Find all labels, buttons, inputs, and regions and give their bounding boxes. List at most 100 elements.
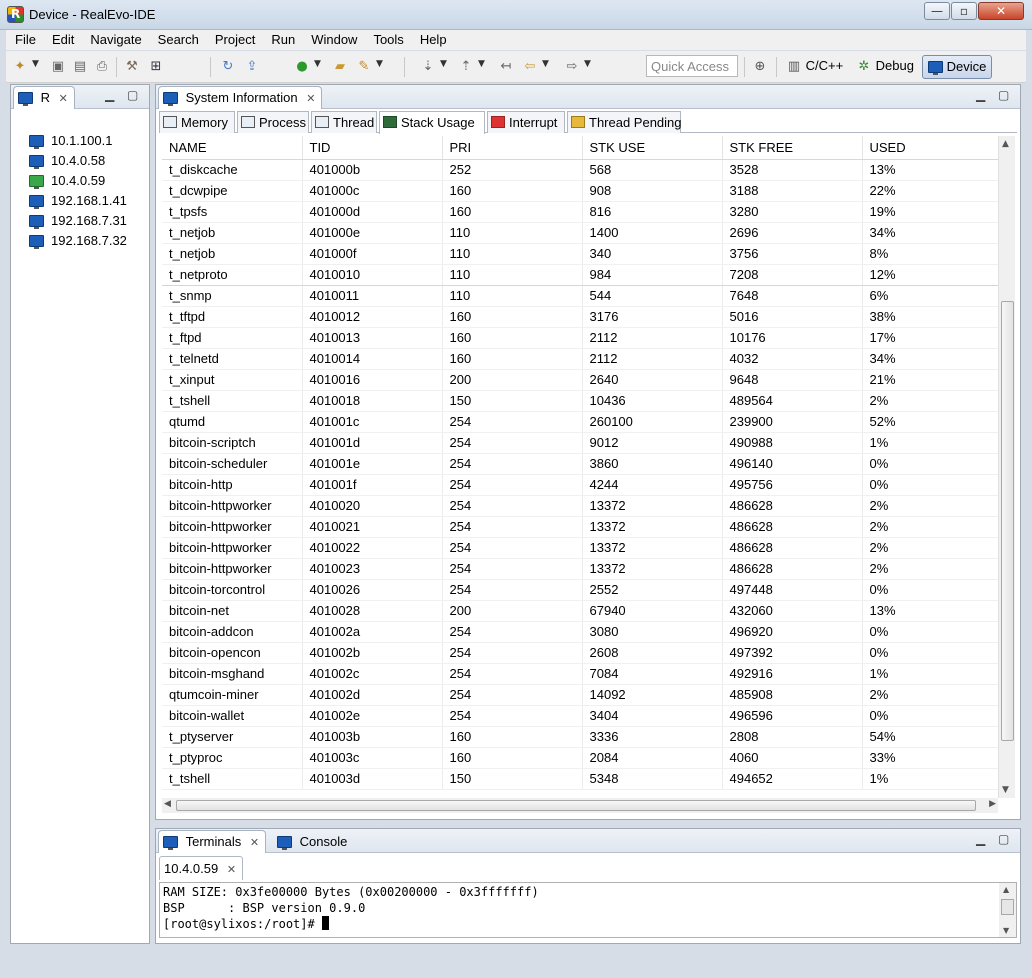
table-row[interactable]: bitcoin-torcontrol 4010026 254 2552 497448 0% [162, 579, 999, 601]
table-row[interactable]: bitcoin-http 401001f 254 4244 495756 0% [162, 474, 999, 496]
perspective-device[interactable]: Device [922, 55, 993, 79]
scroll-right-icon[interactable]: ▶ [989, 799, 996, 809]
table-horizontal-scrollbar[interactable]: ◀ ▶ [162, 798, 998, 813]
table-row[interactable]: t_tftpd 4010012 160 3176 5016 38% [162, 306, 999, 328]
terminal-session-tab[interactable]: 10.4.0.59 ✕ [159, 856, 244, 880]
table-row[interactable]: bitcoin-msghand 401002c 254 7084 492916 1% [162, 663, 999, 685]
perspective-debug[interactable]: ✲ Debug [852, 55, 919, 79]
table-row[interactable]: bitcoin-opencon 401002b 254 2608 497392 0% [162, 642, 999, 664]
menu-tools[interactable]: Tools [364, 30, 410, 47]
scrollbar-thumb[interactable] [1001, 899, 1014, 915]
save-all-icon[interactable]: ▤ [72, 59, 88, 75]
device-item[interactable]: 192.168.7.32 [29, 233, 127, 253]
run-dropdown-icon[interactable]: ▼ [314, 59, 321, 69]
forward-dropdown-icon[interactable]: ▼ [584, 59, 591, 69]
subtab-process[interactable]: Process [237, 111, 309, 133]
new-wizard-icon[interactable]: ✦ [12, 59, 28, 75]
table-row[interactable]: bitcoin-scheduler 401001e 254 3860 496140 0% [162, 453, 999, 475]
maximize-view-icon[interactable]: ▢ [127, 88, 138, 102]
terminal-output[interactable]: RAM SIZE: 0x3fe00000 Bytes (0x00200000 -… [159, 882, 1017, 938]
prev-annotation-icon[interactable]: ⇡ [458, 59, 474, 75]
device-view-tab[interactable]: R ✕ [13, 86, 75, 109]
scroll-down-icon[interactable]: ▼ [1002, 785, 1009, 795]
binary-icon[interactable]: ⊞ [148, 59, 164, 75]
menu-project[interactable]: Project [206, 30, 262, 47]
last-edit-icon[interactable]: ↤ [498, 59, 514, 75]
table-row[interactable]: bitcoin-net 4010028 200 67940 432060 13% [162, 600, 999, 622]
table-row[interactable]: bitcoin-wallet 401002e 254 3404 496596 0% [162, 705, 999, 727]
maximize-button[interactable]: ▫ [951, 2, 977, 20]
column-header-pri[interactable]: PRI [442, 136, 583, 160]
upload-icon[interactable]: ⇪ [244, 59, 260, 75]
menu-navigate[interactable]: Navigate [81, 30, 148, 47]
save-icon[interactable]: ▣ [50, 59, 66, 75]
table-row[interactable]: t_diskcache 401000b 252 568 3528 13% [162, 159, 999, 181]
prev-annotation-dropdown-icon[interactable]: ▼ [478, 59, 485, 69]
next-annotation-icon[interactable]: ⇣ [420, 59, 436, 75]
table-vertical-scrollbar[interactable]: ▲ ▼ [998, 136, 1015, 798]
open-folder-icon[interactable]: ▰ [332, 59, 348, 75]
table-row[interactable]: t_netjob 401000e 110 1400 2696 34% [162, 222, 999, 244]
print-icon[interactable]: ⎙ [94, 59, 110, 75]
scroll-down-icon[interactable]: ▼ [1003, 926, 1009, 935]
minimize-view-icon[interactable]: ▁ [976, 832, 985, 846]
quick-access-input[interactable]: Quick Access [646, 55, 738, 77]
close-button[interactable]: ✕ [978, 2, 1024, 20]
table-row[interactable]: qtumcoin-miner 401002d 254 14092 485908 2% [162, 684, 999, 706]
table-row[interactable]: bitcoin-scriptch 401001d 254 9012 490988 1% [162, 432, 999, 454]
close-icon[interactable]: ✕ [59, 92, 68, 105]
subtab-interrupt[interactable]: Interrupt [487, 111, 565, 133]
table-row[interactable]: t_tshell 401003d 150 5348 494652 1% [162, 768, 999, 790]
table-row[interactable]: t_ptyproc 401003c 160 2084 4060 33% [162, 747, 999, 769]
scroll-up-icon[interactable]: ▲ [1003, 885, 1009, 894]
tools-dropdown-icon[interactable]: ▼ [376, 59, 383, 69]
table-row[interactable]: bitcoin-addcon 401002a 254 3080 496920 0% [162, 621, 999, 643]
scroll-left-icon[interactable]: ◀ [164, 799, 171, 809]
table-row[interactable]: t_ftpd 4010013 160 2112 10176 17% [162, 327, 999, 349]
close-icon[interactable]: ✕ [227, 863, 236, 876]
minimize-button[interactable]: — [924, 2, 950, 20]
table-row[interactable]: t_tpsfs 401000d 160 816 3280 19% [162, 201, 999, 223]
table-row[interactable]: t_netproto 4010010 110 984 7208 12% [162, 263, 999, 286]
refresh-icon[interactable]: ↻ [220, 59, 236, 75]
menu-search[interactable]: Search [149, 30, 206, 47]
table-row[interactable]: t_telnetd 4010014 160 2112 4032 34% [162, 348, 999, 370]
device-item[interactable]: 192.168.7.31 [29, 213, 127, 233]
run-icon[interactable]: ● [294, 59, 310, 75]
subtab-thread-pending[interactable]: Thread Pending [567, 111, 682, 133]
table-row[interactable]: t_ptyserver 401003b 160 3336 2808 54% [162, 726, 999, 748]
device-item[interactable]: 10.1.100.1 [29, 133, 127, 153]
column-header-stk-use[interactable]: STK USE [582, 136, 723, 160]
external-tools-icon[interactable]: ✎ [356, 59, 372, 75]
table-row[interactable]: bitcoin-httpworker 4010020 254 13372 486628 2… [162, 495, 999, 517]
table-row[interactable]: t_dcwpipe 401000c 160 908 3188 22% [162, 180, 999, 202]
perspective-cpp[interactable]: ▥ C/C++ [782, 55, 848, 79]
device-item[interactable]: 10.4.0.58 [29, 153, 127, 173]
minimize-view-icon[interactable]: ▁ [976, 88, 985, 102]
subtab-memory[interactable]: Memory [159, 111, 235, 133]
minimize-view-icon[interactable]: ▁ [105, 88, 114, 102]
column-header-used[interactable]: USED [862, 136, 999, 160]
subtab-thread[interactable]: Thread [311, 111, 377, 133]
next-annotation-dropdown-icon[interactable]: ▼ [440, 59, 447, 69]
terminal-scrollbar[interactable]: ▲ ▼ [999, 883, 1016, 937]
table-row[interactable]: t_snmp 4010011 110 544 7648 6% [162, 285, 999, 307]
menu-run[interactable]: Run [262, 30, 302, 47]
forward-icon[interactable]: ⇨ [564, 59, 580, 75]
close-icon[interactable]: ✕ [306, 92, 315, 105]
new-dropdown-icon[interactable]: ▼ [32, 59, 39, 69]
column-header-name[interactable]: NAME [162, 136, 303, 160]
table-row[interactable]: bitcoin-httpworker 4010023 254 13372 486628 2… [162, 558, 999, 580]
menu-help[interactable]: Help [411, 30, 454, 47]
column-header-stk-free[interactable]: STK FREE [722, 136, 863, 160]
scrollbar-thumb[interactable] [1001, 301, 1014, 741]
menu-file[interactable]: File [6, 30, 43, 47]
device-item[interactable]: 10.4.0.59 [29, 173, 127, 193]
table-row[interactable]: qtumd 401001c 254 260100 239900 52% [162, 411, 999, 433]
open-perspective-icon[interactable]: ⊕ [752, 59, 768, 75]
table-row[interactable]: t_tshell 4010018 150 10436 489564 2% [162, 390, 999, 412]
build-hammer-icon[interactable]: ⚒ [124, 59, 140, 75]
column-header-tid[interactable]: TID [302, 136, 443, 160]
table-row[interactable]: t_xinput 4010016 200 2640 9648 21% [162, 369, 999, 391]
back-dropdown-icon[interactable]: ▼ [542, 59, 549, 69]
